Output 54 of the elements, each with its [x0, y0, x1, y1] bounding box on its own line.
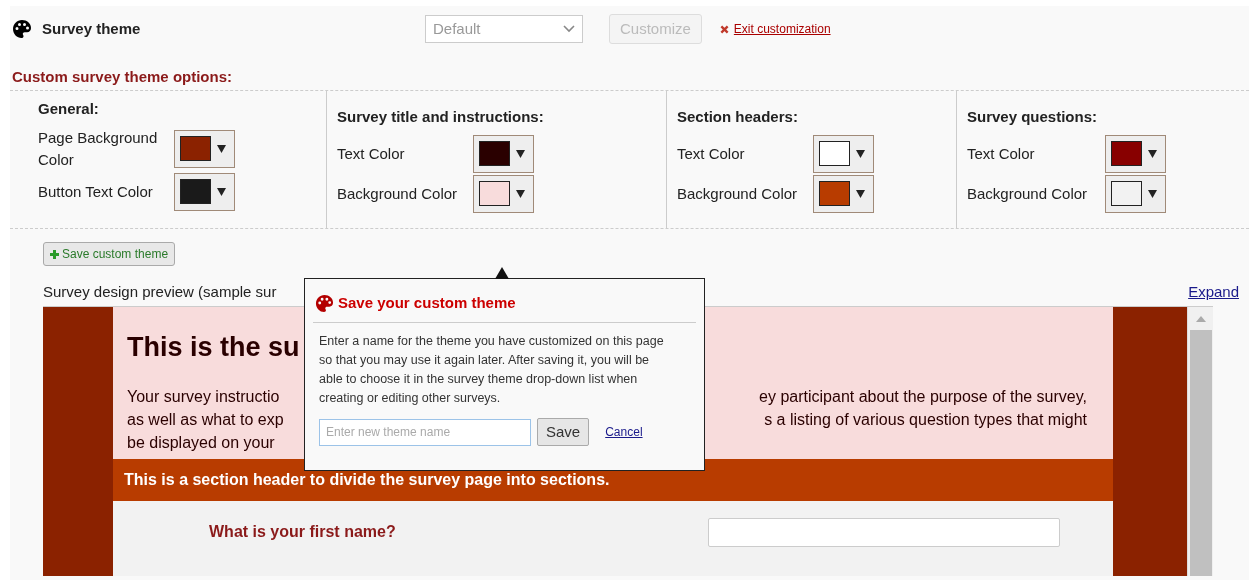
- section-title: Survey theme: [42, 18, 141, 39]
- group-title: Survey questions:: [967, 107, 1099, 127]
- field-label: Background Color: [337, 183, 459, 204]
- group-title: Survey title and instructions:: [337, 107, 545, 127]
- color-picker[interactable]: [813, 174, 874, 213]
- plus-icon: [50, 249, 59, 259]
- cancel-link[interactable]: Cancel: [605, 423, 643, 441]
- caret-icon: [856, 149, 865, 158]
- field-label: Page Background Color: [38, 127, 159, 170]
- pointer-arrow-icon: [495, 267, 509, 279]
- answer-field[interactable]: [708, 518, 1060, 547]
- close-icon: [719, 24, 729, 34]
- caret-icon: [217, 187, 226, 196]
- field-label: Text Color: [677, 143, 746, 164]
- caret-icon: [516, 189, 525, 198]
- instruction-text: ey participant about the purpose of the survey,: [759, 387, 1087, 407]
- color-picker[interactable]: [174, 129, 235, 168]
- field-label: Text Color: [967, 143, 1036, 164]
- color-picker[interactable]: [174, 172, 235, 211]
- chevron-down-icon: [563, 25, 575, 33]
- color-picker[interactable]: [1105, 174, 1166, 213]
- color-picker[interactable]: [1105, 134, 1166, 173]
- survey-title: This is the su: [127, 331, 300, 364]
- popover-title: Save your custom theme: [338, 293, 516, 314]
- field-label: Button Text Color: [38, 181, 154, 202]
- caret-icon: [1148, 149, 1157, 158]
- question-text: What is your first name?: [209, 522, 397, 542]
- instruction-text: be displayed on your: [127, 433, 275, 453]
- palette-icon: [12, 19, 32, 39]
- color-picker[interactable]: [473, 134, 534, 173]
- expand-link[interactable]: Expand: [1188, 280, 1239, 303]
- color-picker[interactable]: [473, 174, 534, 213]
- group-title: Section headers:: [677, 107, 799, 127]
- preview-label: Survey design preview (sample sur: [43, 281, 277, 302]
- palette-icon: [315, 294, 334, 313]
- field-label: Background Color: [677, 183, 799, 204]
- caret-icon: [1148, 189, 1157, 198]
- color-picker[interactable]: [813, 134, 874, 173]
- options-title: Custom survey theme options:: [11, 67, 234, 87]
- save-button[interactable]: Save: [537, 418, 590, 446]
- exit-customization-link[interactable]: Exit customization: [733, 20, 831, 38]
- caret-icon: [856, 189, 865, 198]
- instruction-text: Your survey instructio: [127, 387, 280, 407]
- instruction-text: s a listing of various question types that might: [764, 410, 1087, 430]
- field-label: Text Color: [337, 143, 406, 164]
- scrollbar[interactable]: [1187, 307, 1213, 576]
- save-custom-theme-button[interactable]: Save custom theme: [43, 242, 176, 266]
- caret-icon: [217, 144, 226, 153]
- theme-name-field[interactable]: Enter new theme name: [319, 418, 531, 446]
- popover-description: Enter a name for the theme you have customized on this page so that you may use it again later. After saving it, you will be able to choose it in the survey theme drop-down list when creating or editing other surveys.: [318, 333, 665, 407]
- field-label: Background Color: [967, 183, 1089, 204]
- instruction-text: as well as what to exp: [127, 410, 284, 430]
- group-title: General:: [38, 99, 100, 119]
- caret-icon: [516, 149, 525, 158]
